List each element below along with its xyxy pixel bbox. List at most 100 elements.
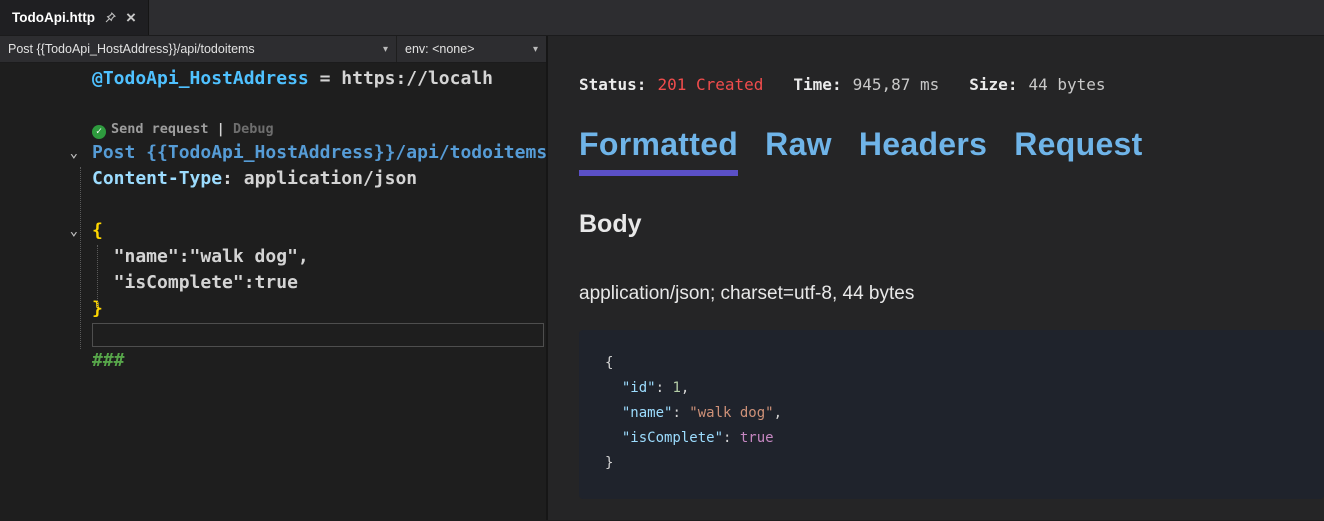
code-token: 1	[672, 380, 680, 396]
editor-gutter	[0, 166, 92, 192]
json-line: }	[605, 451, 1298, 476]
response-panel: Status: 201 Created Time: 945,87 ms Size: 44 …	[546, 36, 1324, 520]
editor-line-content: Post {{TodoApi_HostAddress}}/api/todoite…	[92, 140, 546, 166]
collapse-chevron-icon[interactable]: ⌄	[0, 140, 92, 166]
body-heading: Body	[579, 210, 1324, 239]
editor-line[interactable]: Content-Type: application/json	[0, 166, 546, 192]
json-line: {	[605, 351, 1298, 376]
request-toolbar: Post {{TodoApi_HostAddress}}/api/todoite…	[0, 36, 546, 63]
editor-line-content: "name":"walk dog",	[92, 244, 546, 270]
code-token: @TodoApi_HostAddress	[92, 68, 309, 89]
http-editor[interactable]: @TodoApi_HostAddress = https://localh ✓ Se…	[0, 63, 546, 520]
editor-line-content	[92, 192, 546, 218]
collapse-chevron-icon[interactable]: ⌄	[0, 218, 92, 244]
editor-line-content: Content-Type: application/json	[92, 166, 546, 192]
code-token: https://localh	[341, 68, 493, 89]
code-token: {	[92, 220, 103, 241]
code-token: "name"	[622, 405, 673, 421]
editor-line[interactable]: ⌄{	[0, 218, 546, 244]
editor-line[interactable]	[0, 92, 546, 118]
editor-line[interactable]: ###	[0, 348, 546, 374]
code-token: ###	[92, 350, 125, 371]
code-token: "name":"walk dog",	[92, 246, 309, 267]
request-selector[interactable]: Post {{TodoApi_HostAddress}}/api/todoite…	[0, 36, 396, 62]
editor-gutter	[0, 270, 92, 296]
status-label: Size:	[969, 75, 1017, 94]
code-token: :	[222, 168, 244, 189]
status-value: 945,87 ms	[853, 75, 940, 94]
code-token: "isComplete"	[622, 430, 723, 446]
editor-line-content: ###	[92, 348, 546, 374]
code-token: :	[656, 380, 673, 396]
code-token	[605, 380, 622, 396]
code-token: true	[740, 430, 774, 446]
editor-gutter	[0, 118, 92, 140]
status-label: Time:	[793, 75, 841, 94]
code-token: "walk dog"	[689, 405, 773, 421]
request-selector-label: Post {{TodoApi_HostAddress}}/api/todoite…	[8, 42, 255, 56]
json-line: "name": "walk dog",	[605, 401, 1298, 426]
pin-icon[interactable]	[104, 11, 117, 24]
env-selector[interactable]: env: <none> ▾	[396, 36, 546, 62]
status-label: Status:	[579, 75, 646, 94]
response-tabs: Formatted Raw Headers Request	[579, 126, 1324, 176]
code-token: :	[723, 430, 740, 446]
editor-line-content: ✓ Send request | Debug	[92, 118, 546, 140]
status-item: Size: 44 bytes	[969, 75, 1105, 94]
code-token	[605, 405, 622, 421]
status-item: Time: 945,87 ms	[793, 75, 939, 94]
code-token: application/json	[244, 168, 417, 189]
code-token: ,	[681, 380, 689, 396]
editor-current-line[interactable]	[0, 322, 546, 348]
code-token: "id"	[622, 380, 656, 396]
editor-line-content: @TodoApi_HostAddress = https://localh	[92, 66, 546, 92]
code-token: Post {{TodoApi_HostAddress}}/api/todoite…	[92, 142, 546, 163]
editor-line[interactable]: @TodoApi_HostAddress = https://localh	[0, 66, 546, 92]
code-token: ,	[774, 405, 782, 421]
status-value: 201 Created	[657, 75, 763, 94]
code-token	[605, 430, 622, 446]
status-value: 44 bytes	[1028, 75, 1105, 94]
content-type-text: application/json; charset=utf-8, 44 byte…	[579, 283, 1324, 305]
response-status-bar: Status: 201 Created Time: 945,87 ms Size: 44 …	[579, 75, 1324, 94]
editor-line[interactable]: ✓ Send request | Debug	[0, 118, 546, 140]
main-split: Post {{TodoApi_HostAddress}}/api/todoite…	[0, 36, 1324, 520]
indent-guide	[80, 167, 81, 349]
json-line: "isComplete": true	[605, 426, 1298, 451]
env-selector-label: env: <none>	[405, 42, 475, 56]
response-body-json: { "id": 1, "name": "walk dog", "isComple…	[579, 330, 1324, 499]
editor-pane: Post {{TodoApi_HostAddress}}/api/todoite…	[0, 36, 546, 520]
response-tab-raw[interactable]: Raw	[765, 126, 832, 170]
code-token: {	[605, 355, 613, 371]
editor-line-content: "isComplete":true	[92, 270, 546, 296]
chevron-down-icon: ▾	[383, 44, 388, 55]
send-request-link[interactable]: Send request	[111, 121, 209, 137]
editor-line[interactable]: ⌄Post {{TodoApi_HostAddress}}/api/todoit…	[0, 140, 546, 166]
code-token: Content-Type	[92, 168, 222, 189]
response-tab-formatted[interactable]: Formatted	[579, 126, 738, 176]
tab-title: TodoApi.http	[12, 10, 95, 25]
editor-line[interactable]: "name":"walk dog",	[0, 244, 546, 270]
chevron-down-icon: ▾	[533, 44, 538, 55]
response-tab-headers[interactable]: Headers	[859, 126, 987, 170]
tab-todoapi-http[interactable]: TodoApi.http ×	[0, 0, 149, 35]
editor-line-content: }	[92, 296, 546, 322]
editor-gutter	[0, 66, 92, 92]
editor-line[interactable]: "isComplete":true	[0, 270, 546, 296]
code-token: }	[605, 455, 613, 471]
close-icon[interactable]: ×	[126, 9, 136, 26]
editor-line[interactable]: }	[0, 296, 546, 322]
code-token: :	[672, 405, 689, 421]
status-item: Status: 201 Created	[579, 75, 763, 94]
code-token: "isComplete":true	[92, 272, 298, 293]
response-tab-request[interactable]: Request	[1014, 126, 1142, 170]
send-request-check-icon: ✓	[92, 125, 106, 139]
editor-gutter	[0, 322, 92, 348]
code-token: =	[309, 68, 342, 89]
editor-line[interactable]	[0, 192, 546, 218]
debug-link[interactable]: Debug	[233, 121, 274, 137]
editor-gutter	[0, 192, 92, 218]
editor-line-content	[92, 323, 544, 347]
code-token: |	[209, 121, 233, 137]
editor-gutter	[0, 92, 92, 118]
